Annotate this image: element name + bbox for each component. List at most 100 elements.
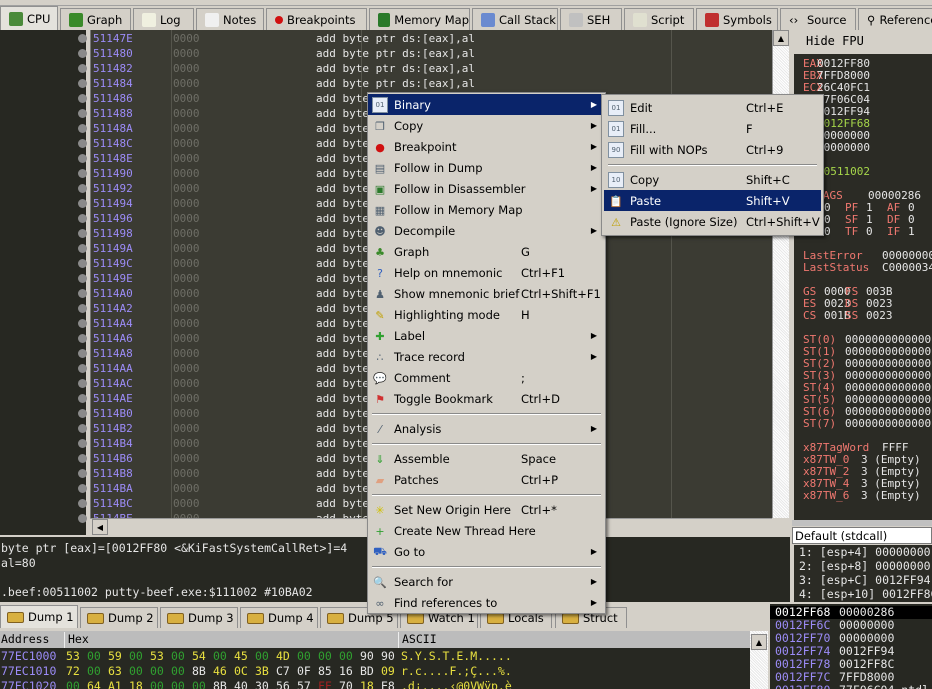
breakpoint-toggle-icon[interactable] [78,169,87,178]
hex-byte[interactable]: 0F [297,664,311,679]
breakpoint-toggle-icon[interactable] [78,364,87,373]
register-value[interactable]: 00511002 [817,166,870,178]
register-value[interactable]: 1 [908,226,915,238]
breakpoint-toggle-icon[interactable] [78,139,87,148]
hex-byte[interactable]: 00 [129,649,143,664]
menu-item-copy[interactable]: 10 Copy Shift+C [604,169,821,190]
hex-byte[interactable]: 64 [87,679,101,689]
register-value[interactable]: 0 [866,226,873,238]
hex-byte[interactable]: 00 [171,679,185,689]
register-value[interactable]: 0023 [866,310,893,322]
breakpoint-gutter[interactable] [0,30,88,535]
breakpoint-toggle-icon[interactable] [78,79,87,88]
scroll-up-button[interactable]: ▲ [773,30,789,46]
hex-byte[interactable]: 8B [213,679,227,689]
menu-item-graph[interactable]: ♣ Graph G [368,241,605,262]
hex-byte[interactable]: 53 [150,649,164,664]
argument-row[interactable]: 3: [esp+C] 0012FF94 [794,573,932,587]
menu-item-show-mnemonic-brief[interactable]: ♟ Show mnemonic brief Ctrl+Shift+F1 [368,283,605,304]
menu-item-edit[interactable]: 01 Edit Ctrl+E [604,97,821,118]
hex-byte[interactable]: 56 [276,679,290,689]
tab-references[interactable]: ⚲References [858,8,932,30]
tab-seh[interactable]: SEH [560,8,622,30]
tab-dump-3[interactable]: Dump 3 [160,607,238,628]
menu-item-paste-ignore-size[interactable]: ⚠ Paste (Ignore Size) Ctrl+Shift+V [604,211,821,232]
breakpoint-toggle-icon[interactable] [78,349,87,358]
hex-byte[interactable]: 59 [108,649,122,664]
breakpoint-toggle-icon[interactable] [78,94,87,103]
hex-byte[interactable]: 00 [150,664,164,679]
hex-byte[interactable]: 09 [381,664,395,679]
tab-call-stack[interactable]: Call Stack [472,8,558,30]
breakpoint-toggle-icon[interactable] [78,394,87,403]
hex-byte[interactable]: 00 [192,679,206,689]
hex-byte[interactable]: C7 [276,664,290,679]
hex-byte[interactable]: 00 [87,664,101,679]
hex-byte[interactable]: 00 [171,649,185,664]
disasm-row[interactable]: 511480 0000 add byte ptr ds:[eax],al [91,46,772,61]
tab-notes[interactable]: Notes [196,8,264,30]
breakpoint-toggle-icon[interactable] [78,214,87,223]
dump-scrollbar[interactable]: ▲ [750,631,768,689]
stack-view[interactable]: 0012FF68 00000286 0012FF6C 00000000 0012FF70… [768,604,932,689]
breakpoint-toggle-icon[interactable] [78,379,87,388]
breakpoint-toggle-icon[interactable] [78,334,87,343]
calling-convention-select[interactable]: Default (stdcall) [792,527,932,544]
hex-byte[interactable]: 00 [318,649,332,664]
tab-memory-map[interactable]: Memory Map [369,8,470,30]
menu-item-toggle-bookmark[interactable]: ⚑ Toggle Bookmark Ctrl+D [368,388,605,409]
menu-item-binary[interactable]: 01 Binary ▶ [368,94,605,115]
stack-row[interactable]: 0012FF80 77F06C04 ntdl [770,684,932,689]
breakpoint-toggle-icon[interactable] [78,124,87,133]
breakpoint-toggle-icon[interactable] [78,184,87,193]
breakpoint-toggle-icon[interactable] [78,409,87,418]
breakpoint-toggle-icon[interactable] [78,244,87,253]
hex-dump-view[interactable]: 77EC1000 53 00 59 00 53 00 54 00 45 00 4D 00 00 00 90 90… [0,648,750,689]
hex-byte[interactable]: 53 [66,649,80,664]
hex-byte[interactable]: 45 [234,649,248,664]
menu-item-assemble[interactable]: ⇓ Assemble Space [368,448,605,469]
tab-dump-1[interactable]: Dump 1 [0,605,78,628]
tab-script[interactable]: Script [624,8,694,30]
scroll-left-button[interactable]: ◀ [92,519,108,535]
breakpoint-toggle-icon[interactable] [78,64,87,73]
tab-symbols[interactable]: Symbols [696,8,778,30]
hide-fpu-button[interactable]: Hide FPU [794,30,932,54]
hex-byte[interactable]: 00 [297,649,311,664]
breakpoint-toggle-icon[interactable] [78,499,87,508]
dump-row[interactable]: 77EC1020 00 64 A1 18 00 00 00 8B 40 30 56 57 FF 70 18 E8… [0,679,750,689]
breakpoint-toggle-icon[interactable] [78,439,87,448]
argument-row[interactable]: 4: [esp+10] 0012FF8C [794,587,932,601]
hex-byte[interactable]: A1 [108,679,122,689]
breakpoint-toggle-icon[interactable] [78,274,87,283]
hex-byte[interactable]: 85 [318,664,332,679]
tab-dump-2[interactable]: Dump 2 [80,607,158,628]
tab-log[interactable]: Log [133,8,194,30]
breakpoint-toggle-icon[interactable] [78,154,87,163]
hex-byte[interactable]: 40 [234,679,248,689]
register-value[interactable]: C0000034 [882,262,932,274]
tab-breakpoints[interactable]: Breakpoints [266,8,367,30]
breakpoint-toggle-icon[interactable] [78,424,87,433]
menu-item-trace-record[interactable]: ∴ Trace record ▶ [368,346,605,367]
dump-row[interactable]: 77EC1000 53 00 59 00 53 00 54 00 45 00 4D 00 00 00 90 90… [0,649,750,664]
hex-byte[interactable]: 4D [276,649,290,664]
tab-graph[interactable]: Graph [60,8,131,30]
hex-byte[interactable]: 3B [255,664,269,679]
argument-row[interactable]: 1: [esp+4] 00000000 [794,545,932,559]
breakpoint-toggle-icon[interactable] [78,454,87,463]
hex-byte[interactable]: FF [318,679,332,689]
register-value[interactable]: 3 (Empty) [861,490,921,502]
registers-scrollbar[interactable] [792,520,932,526]
menu-item-find-references-to[interactable]: ∞ Find references to ▶ [368,592,605,613]
menu-item-go-to[interactable]: ⛟ Go to ▶ [368,541,605,562]
address-column-header[interactable]: Address [1,632,49,646]
hex-byte[interactable]: 46 [213,664,227,679]
breakpoint-toggle-icon[interactable] [78,289,87,298]
menu-item-paste[interactable]: 📋 Paste Shift+V [604,190,821,211]
menu-item-create-new-thread-here[interactable]: + Create New Thread Here [368,520,605,541]
breakpoint-toggle-icon[interactable] [78,199,87,208]
hex-byte[interactable]: 00 [213,649,227,664]
hex-byte[interactable]: 00 [171,664,185,679]
disasm-row[interactable]: 51147E 0000 add byte ptr ds:[eax],al [91,31,772,46]
